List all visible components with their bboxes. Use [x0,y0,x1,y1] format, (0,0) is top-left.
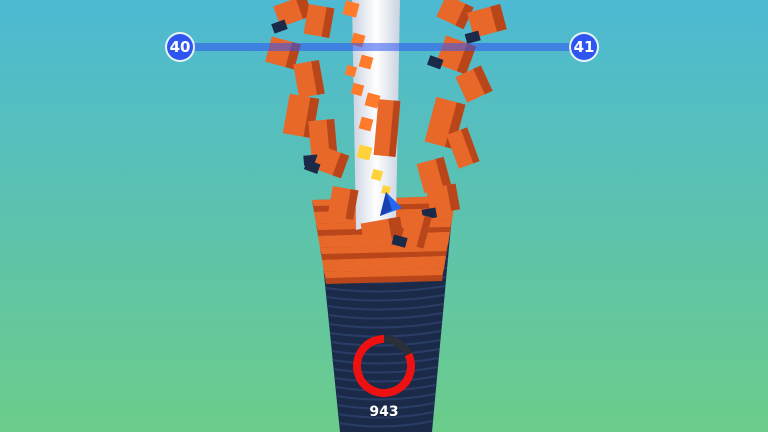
game-stage[interactable]: 40 41 943 [0,0,768,432]
next-level-badge: 41 [571,34,597,60]
level-progress-fill [190,43,336,51]
level-progress-bar [190,43,574,51]
score-counter: 943 [369,404,399,420]
shard [327,185,359,221]
game-scene[interactable] [0,0,768,432]
current-level-badge: 40 [167,34,193,60]
shard [303,3,335,39]
